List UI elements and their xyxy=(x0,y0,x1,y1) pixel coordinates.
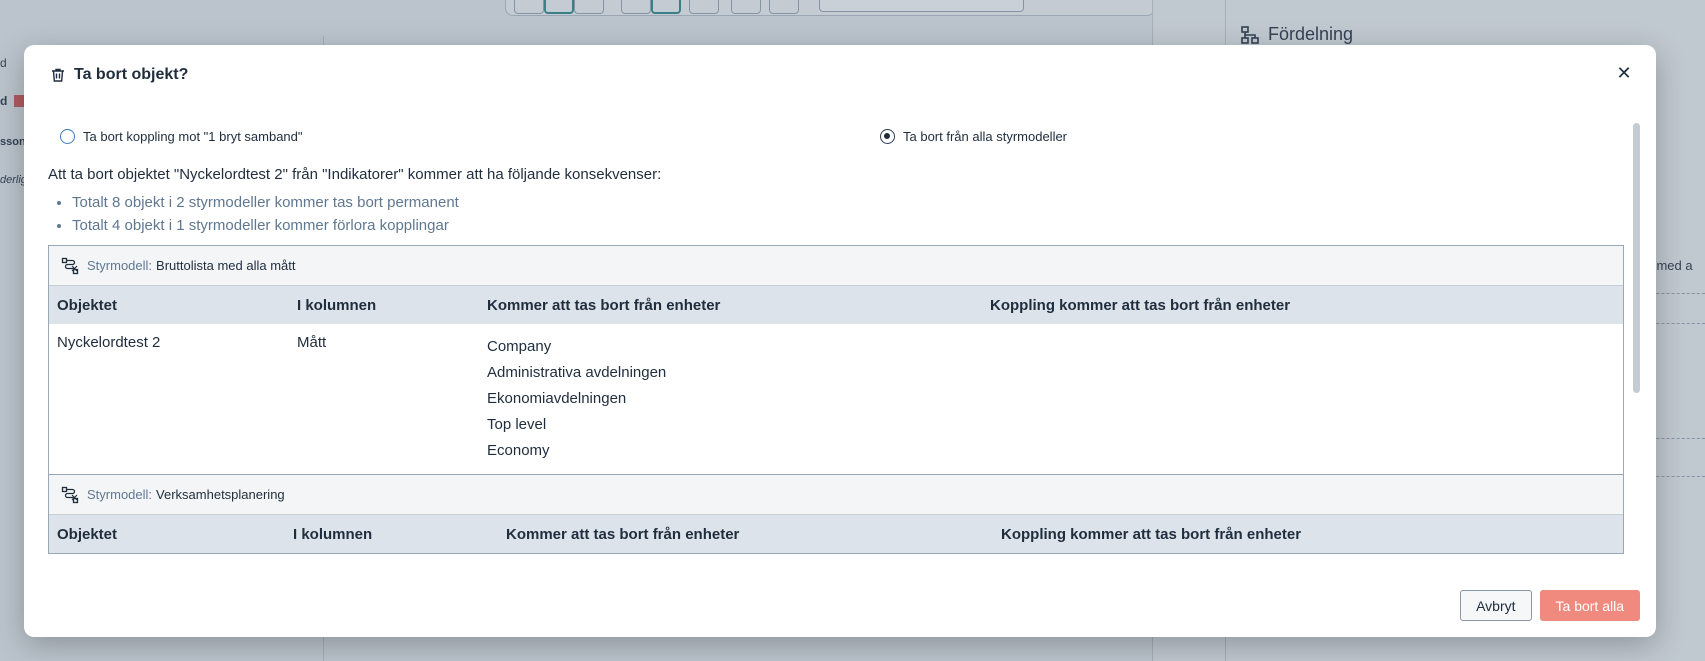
radio-button[interactable] xyxy=(60,129,75,144)
scrollbar-thumb[interactable] xyxy=(1633,123,1640,393)
consequence-table: Objektet I kolumnen Kommer att tas bort … xyxy=(49,515,1623,553)
dialog-footer: Avbryt Ta bort alla xyxy=(1460,590,1640,621)
model-header: Styrmodell: Bruttolista med alla mått xyxy=(49,246,1623,286)
option-remove-link[interactable]: Ta bort koppling mot "1 bryt samband" xyxy=(60,129,303,144)
option-label: Ta bort koppling mot "1 bryt samband" xyxy=(83,129,303,144)
column-header: Koppling kommer att tas bort från enhete… xyxy=(982,286,1623,324)
model-label: Styrmodell: xyxy=(87,487,153,502)
column-header: Objektet xyxy=(49,286,289,324)
model-name: Bruttolista med alla mått xyxy=(156,258,296,273)
column-cell: Mått xyxy=(297,334,327,351)
trash-icon xyxy=(52,68,64,82)
list-item: Totalt 8 objekt i 2 styrmodeller kommer … xyxy=(72,191,1648,214)
cancel-button[interactable]: Avbryt xyxy=(1460,590,1532,621)
column-header: Kommer att tas bort från enheter xyxy=(479,286,982,324)
consequence-text: Att ta bort objektet "Nyckelordtest 2" f… xyxy=(48,166,662,183)
unit-item: Top level xyxy=(487,416,547,433)
consequence-table: Objektet I kolumnen Kommer att tas bort … xyxy=(49,286,1623,474)
option-remove-all-models[interactable]: Ta bort från alla styrmodeller xyxy=(880,129,1067,144)
table-row: Nyckelordtest 2 Mått Company Administrat… xyxy=(49,324,1623,474)
model-icon xyxy=(61,257,79,274)
delete-object-dialog: Ta bort objekt? ✕ Ta bort koppling mot "… xyxy=(24,45,1656,637)
column-header: I kolumnen xyxy=(285,515,498,553)
delete-all-button[interactable]: Ta bort alla xyxy=(1539,590,1640,621)
unit-item: Ekonomiavdelningen xyxy=(487,390,627,407)
dialog-title: Ta bort objekt? xyxy=(74,66,189,83)
model-section: Styrmodell: Bruttolista med alla mått Ob… xyxy=(48,245,1624,475)
option-label: Ta bort från alla styrmodeller xyxy=(903,129,1068,144)
delete-mode-options: Ta bort koppling mot "1 bryt samband" Ta… xyxy=(48,121,1648,159)
model-label: Styrmodell: xyxy=(87,258,153,273)
object-cell: Nyckelordtest 2 xyxy=(57,334,161,351)
column-header: I kolumnen xyxy=(289,286,479,324)
column-header: Kommer att tas bort från enheter xyxy=(498,515,993,553)
unit-item: Administrativa avdelningen xyxy=(487,364,667,381)
unit-item: Economy xyxy=(487,442,550,459)
column-header: Koppling kommer att tas bort från enhete… xyxy=(993,515,1623,553)
model-icon xyxy=(61,486,79,503)
units-cell: Company Administrativa avdelningen Ekono… xyxy=(479,324,982,474)
scrollbar[interactable] xyxy=(1633,123,1640,593)
model-header: Styrmodell: Verksamhetsplanering xyxy=(49,475,1623,515)
close-icon: ✕ xyxy=(1616,63,1632,83)
column-header: Objektet xyxy=(49,515,285,553)
close-button[interactable]: ✕ xyxy=(1616,63,1632,83)
consequence-list: Totalt 8 objekt i 2 styrmodeller kommer … xyxy=(48,191,1648,237)
unit-item: Company xyxy=(487,338,552,355)
dialog-header: Ta bort objekt? xyxy=(24,45,1656,105)
dialog-body: Ta bort koppling mot "1 bryt samband" Ta… xyxy=(48,121,1648,592)
model-name: Verksamhetsplanering xyxy=(156,487,285,502)
link-units-cell xyxy=(982,324,1623,474)
model-section: Styrmodell: Verksamhetsplanering Objekte… xyxy=(48,475,1624,554)
list-item: Totalt 4 objekt i 1 styrmodeller kommer … xyxy=(72,214,1648,237)
radio-button-selected[interactable] xyxy=(880,129,895,144)
